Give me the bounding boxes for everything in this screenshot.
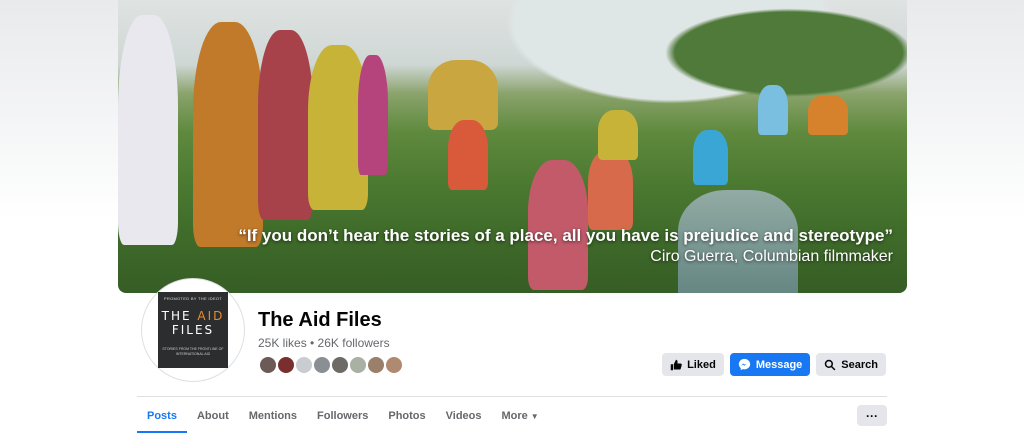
tab-posts[interactable]: Posts: [137, 402, 187, 433]
book-tagline: STORIES FROM THE FRONTLINE OF INTERNATIO…: [162, 347, 224, 356]
thumbs-up-icon: [670, 359, 682, 371]
friend-avatar[interactable]: [258, 355, 278, 375]
message-label: Message: [755, 358, 803, 371]
cover-figure: [118, 15, 178, 245]
tabs-divider: [137, 396, 887, 397]
page-tabs: Posts About Mentions Followers Photos Vi…: [137, 402, 549, 433]
cover-quote: “If you don’t hear the stories of a plac…: [238, 226, 893, 245]
cover-figure: [808, 95, 848, 135]
search-icon: [824, 359, 836, 371]
liked-button[interactable]: Liked: [662, 353, 724, 376]
search-button[interactable]: Search: [816, 353, 886, 376]
friend-avatar[interactable]: [384, 355, 404, 375]
friend-avatar[interactable]: [294, 355, 314, 375]
friend-avatars[interactable]: [258, 355, 404, 375]
friend-avatar[interactable]: [348, 355, 368, 375]
messenger-icon: [738, 358, 751, 371]
cover-figure: [528, 160, 588, 290]
cover-figure: [588, 150, 633, 230]
friend-avatar[interactable]: [276, 355, 296, 375]
message-button[interactable]: Message: [729, 353, 811, 376]
tab-mentions[interactable]: Mentions: [239, 402, 307, 433]
caret-down-icon: ▼: [530, 412, 539, 421]
page-actions: Liked Message Search: [662, 353, 886, 376]
more-options-button[interactable]: ···: [857, 405, 887, 426]
friend-avatar[interactable]: [366, 355, 386, 375]
page-title[interactable]: The Aid Files: [258, 309, 382, 332]
search-label: Search: [841, 358, 878, 371]
tab-followers[interactable]: Followers: [307, 402, 378, 433]
cover-figure: [598, 110, 638, 160]
page-stats[interactable]: 25K likes • 26K followers: [258, 336, 390, 350]
book-title-line-2: FILES: [171, 323, 215, 337]
book-promo: PROMOTED BY THE IDEOT: [163, 296, 223, 301]
cover-figure: [193, 22, 263, 247]
tab-about[interactable]: About: [187, 402, 239, 433]
tab-more[interactable]: More ▼: [492, 402, 549, 433]
cover-attribution: Ciro Guerra, Columbian filmmaker: [650, 248, 893, 265]
cover-figure: [758, 85, 788, 135]
tab-photos[interactable]: Photos: [378, 402, 435, 433]
profile-picture[interactable]: PROMOTED BY THE IDEOT THE AID FILES STOR…: [141, 278, 245, 382]
tab-videos[interactable]: Videos: [436, 402, 492, 433]
book-cover: PROMOTED BY THE IDEOT THE AID FILES STOR…: [158, 292, 228, 368]
liked-label: Liked: [687, 358, 716, 371]
cover-photo[interactable]: “If you don’t hear the stories of a plac…: [118, 0, 907, 293]
cover-figure: [258, 30, 313, 220]
cover-figure: [448, 120, 488, 190]
book-title-line-1: THE AID: [161, 309, 225, 323]
friend-avatar[interactable]: [312, 355, 332, 375]
friend-avatar[interactable]: [330, 355, 350, 375]
cover-figure: [358, 55, 388, 175]
cover-figure: [693, 130, 728, 185]
